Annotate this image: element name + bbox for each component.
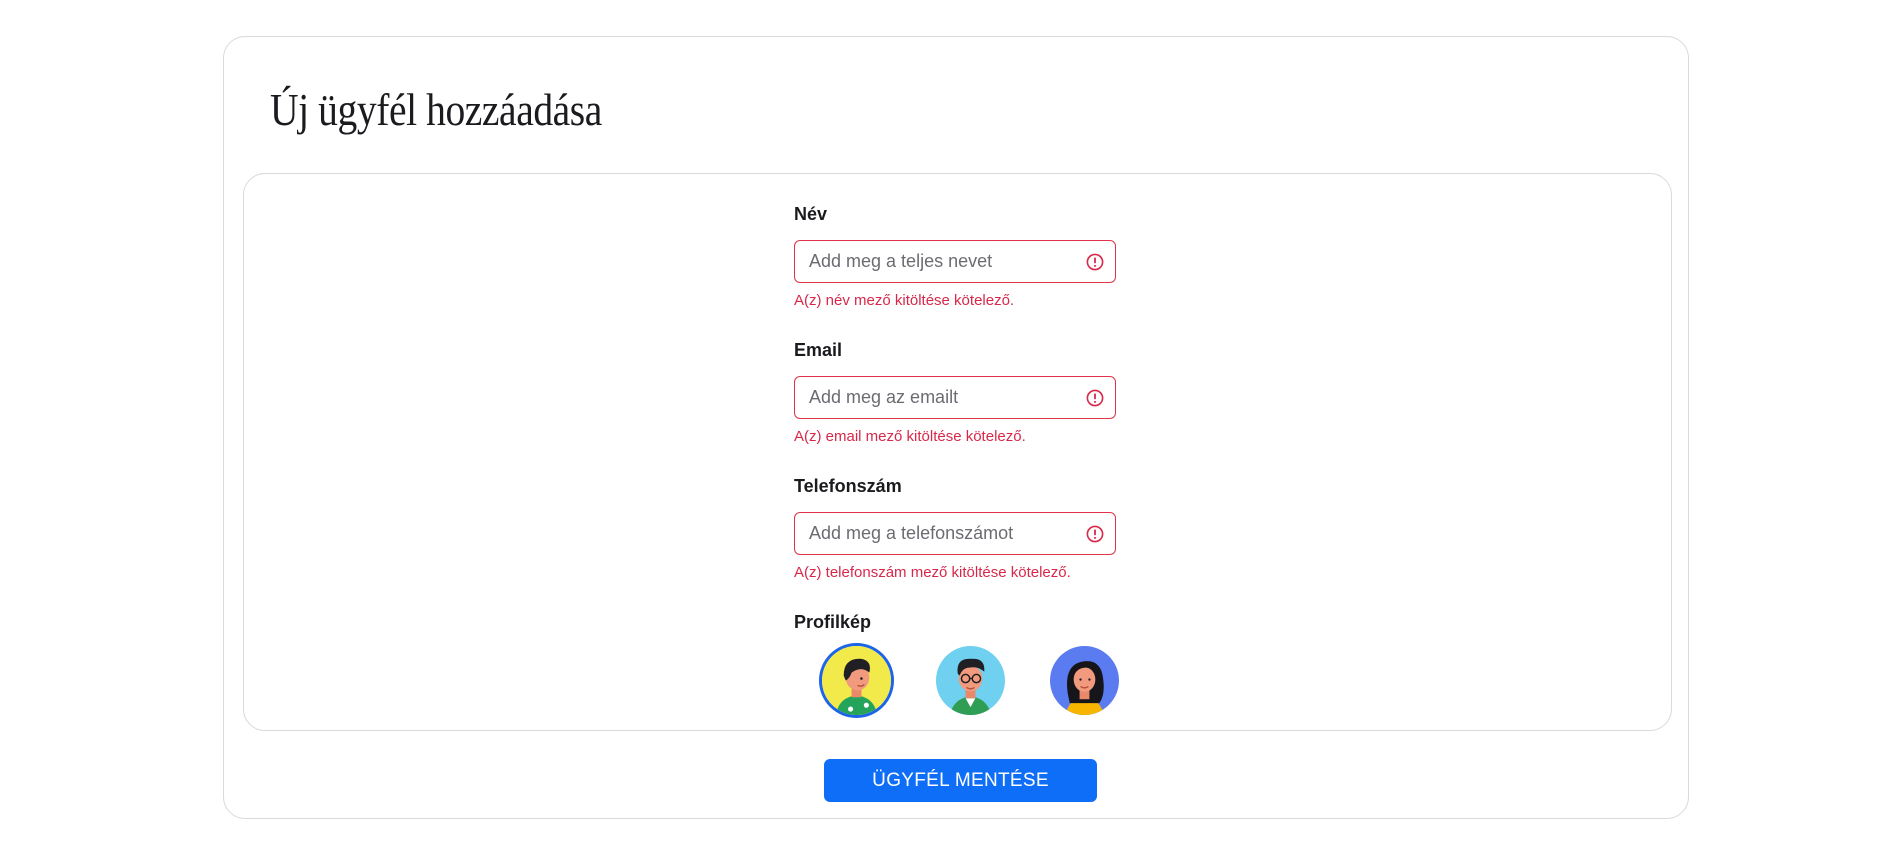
avatar-option-1[interactable] [822,646,891,715]
email-input-wrapper [794,376,1116,419]
phone-error-message: A(z) telefonszám mező kitöltése kötelező… [794,564,1071,581]
avatar-field-group: Profilkép [794,610,1124,716]
avatar-picker [794,646,1124,716]
alert-circle-icon [1086,389,1104,407]
email-input[interactable] [795,377,1115,418]
name-error-message: A(z) név mező kitöltése kötelező. [794,292,1015,309]
client-form-panel: Név A(z) név mező kitöltése kötelező. Em… [243,173,1672,731]
save-client-button[interactable]: ÜGYFÉL MENTÉSE [824,759,1097,802]
alert-circle-icon [1086,525,1104,543]
avatar-1-icon [822,646,891,715]
avatar-option-2[interactable] [936,646,1005,715]
phone-label: Telefonszám [794,476,902,496]
client-form: Név A(z) név mező kitöltése kötelező. Em… [794,202,1124,716]
phone-input[interactable] [795,513,1115,554]
phone-field-group: Telefonszám A(z) telefonszám mező kitölt… [794,474,1124,582]
name-field-group: Név A(z) név mező kitöltése kötelező. [794,202,1124,310]
add-client-card: Új ügyfél hozzáadása Név A(z) név mező k… [223,36,1689,819]
page-title: Új ügyfél hozzáadása [270,84,602,135]
avatar-label: Profilkép [794,612,872,632]
alert-circle-icon [1086,253,1104,271]
name-label: Név [794,204,828,224]
avatar-3-icon [1050,646,1119,715]
email-label: Email [794,340,843,360]
avatar-option-3[interactable] [1050,646,1119,715]
name-input[interactable] [795,241,1115,282]
phone-input-wrapper [794,512,1116,555]
name-input-wrapper [794,240,1116,283]
avatar-2-icon [936,646,1005,715]
email-error-message: A(z) email mező kitöltése kötelező. [794,428,1026,445]
email-field-group: Email A(z) email mező kitöltése kötelező… [794,338,1124,446]
